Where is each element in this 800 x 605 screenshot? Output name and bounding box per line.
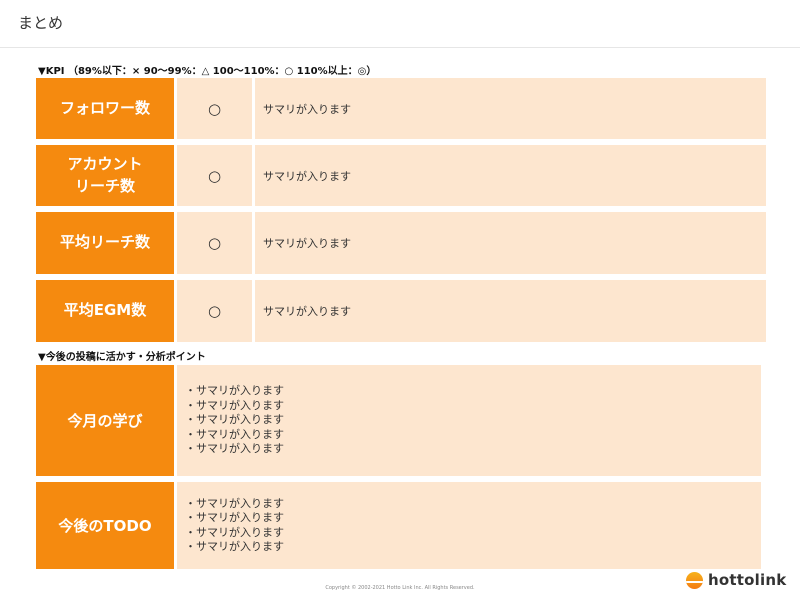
- logo-text: hottolink: [708, 571, 787, 589]
- list-item: ・サマリが入ります: [185, 496, 284, 510]
- kpi-summary: サマリが入ります: [255, 280, 766, 342]
- kpi-name: アカウント リーチ数: [36, 145, 174, 206]
- copyright-text: Copyright © 2002-2021 Hotto Link Inc. Al…: [325, 585, 475, 591]
- list-item: ・サマリが入ります: [185, 398, 284, 412]
- kpi-mark: ○: [177, 78, 252, 139]
- list-item: ・サマリが入ります: [185, 540, 284, 553]
- kpi-summary: サマリが入ります: [255, 145, 766, 206]
- list-item: ・サマリが入ります: [185, 525, 284, 539]
- list-item: ・サマリが入ります: [185, 442, 284, 456]
- kpi-mark: ○: [177, 212, 252, 274]
- learnings-title: 今月の学び: [36, 365, 174, 476]
- list-item: ・サマリが入ります: [185, 511, 284, 524]
- header-bar: まとめ: [0, 0, 800, 48]
- learnings-row: 今月の学び ・サマリが入ります ・サマリが入ります ・サマリが入ります ・サマリ…: [36, 365, 761, 476]
- todo-row: 今後のTODO ・サマリが入ります ・サマリが入ります ・サマリが入ります ・サ…: [36, 482, 761, 569]
- sun-logo-icon: [686, 571, 703, 589]
- learnings-body: ・サマリが入ります ・サマリが入ります ・サマリが入ります ・サマリが入ります …: [177, 365, 761, 476]
- kpi-name: 平均リーチ数: [36, 212, 174, 274]
- list-item: ・サマリが入ります: [185, 427, 284, 441]
- kpi-mark: ○: [177, 280, 252, 342]
- kpi-section-label: ▼KPI （89%以下：× 90～99%：△ 100～110%：○ 110%以上…: [38, 66, 377, 77]
- kpi-name: 平均EGM数: [36, 280, 174, 342]
- kpi-row-average-reach: 平均リーチ数 ○ サマリが入ります: [36, 212, 766, 274]
- analysis-section-label: ▼今後の投稿に活かす・分析ポイント: [38, 352, 206, 363]
- hottolink-logo: hottolink: [686, 571, 786, 589]
- page-title: まとめ: [18, 14, 64, 32]
- kpi-summary: サマリが入ります: [255, 78, 766, 139]
- todo-title: 今後のTODO: [36, 482, 174, 569]
- kpi-summary: サマリが入ります: [255, 212, 766, 274]
- kpi-name: フォロワー数: [36, 78, 174, 139]
- list-item: ・サマリが入ります: [185, 384, 284, 398]
- todo-body: ・サマリが入ります ・サマリが入ります ・サマリが入ります ・サマリが入ります: [177, 482, 761, 569]
- kpi-row-followers: フォロワー数 ○ サマリが入ります: [36, 78, 766, 139]
- kpi-mark: ○: [177, 145, 252, 206]
- list-item: ・サマリが入ります: [185, 413, 284, 427]
- kpi-row-average-egm: 平均EGM数 ○ サマリが入ります: [36, 280, 766, 342]
- kpi-row-account-reach: アカウント リーチ数 ○ サマリが入ります: [36, 145, 766, 206]
